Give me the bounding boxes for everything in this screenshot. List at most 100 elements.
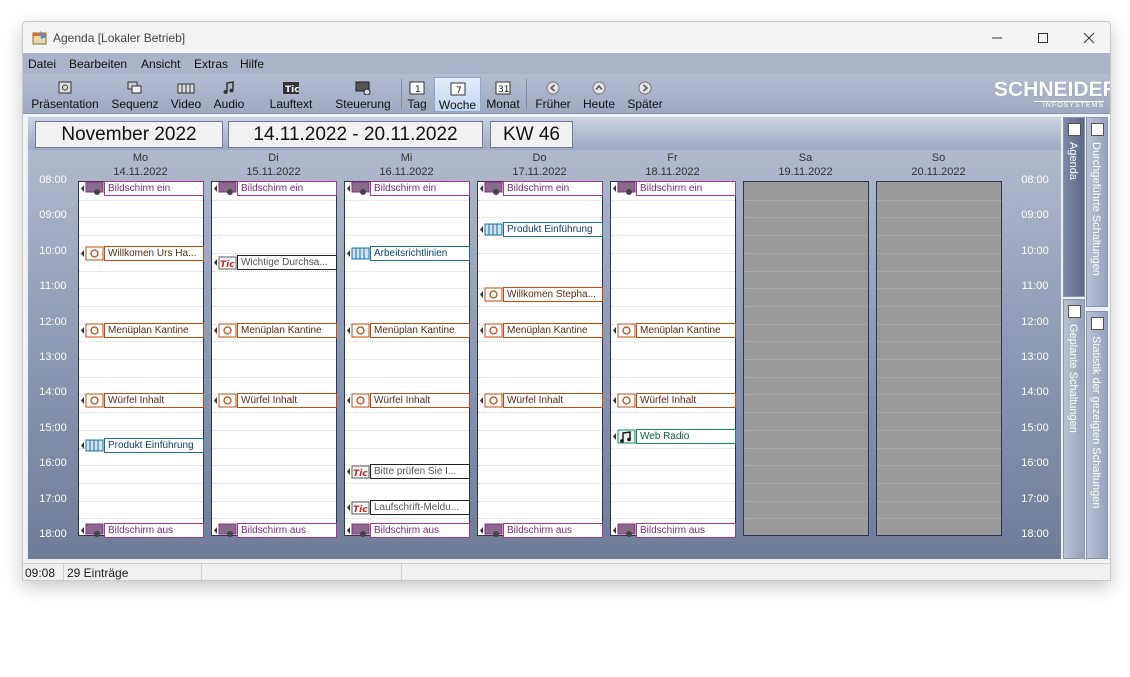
week-view-button[interactable]: 7 Woche — [434, 77, 481, 112]
agenda-event[interactable]: Bildschirm aus — [612, 523, 736, 539]
agenda-event[interactable]: Bildschirm aus — [213, 523, 337, 539]
close-button[interactable] — [1066, 22, 1110, 53]
grid-line — [877, 482, 1001, 484]
event-label: Arbeitsrichtlinien — [370, 245, 470, 261]
day-column[interactable] — [78, 181, 204, 536]
agenda-event[interactable]: Willkomen Urs Ha... — [80, 245, 204, 261]
minimize-button[interactable] — [974, 22, 1020, 53]
agenda-event[interactable]: Produkt Einführung — [80, 437, 204, 453]
grid-line — [212, 288, 336, 290]
day-header: So 20.11.2022 — [876, 151, 1001, 179]
day-column[interactable] — [211, 181, 337, 536]
audio-icon — [223, 81, 234, 94]
grid-line — [212, 341, 336, 343]
event-label: Produkt Einführung — [503, 222, 603, 238]
day-column[interactable] — [344, 181, 470, 536]
agenda-event[interactable]: Bildschirm ein — [80, 181, 204, 196]
event-label: Willkomen Stepha... — [503, 287, 603, 303]
agenda-event[interactable]: Bildschirm aus — [80, 523, 204, 539]
grid-line — [212, 412, 336, 414]
day-header: Mo 14.11.2022 — [78, 151, 203, 179]
grid-line — [611, 500, 735, 502]
agenda-event[interactable]: Menüplan Kantine — [479, 322, 603, 338]
grid-line — [345, 288, 469, 290]
audio-button[interactable]: Audio — [210, 77, 248, 112]
company-logo: SCHNEIDER INFOSYSTEMS — [994, 78, 1111, 110]
grid-line — [744, 447, 868, 449]
day-column[interactable] — [876, 181, 1002, 536]
grid-line — [478, 482, 602, 484]
ticker-button[interactable]: Tic Lauftext — [263, 77, 319, 112]
time-label: 18:00 — [1021, 528, 1049, 540]
video-icon — [81, 439, 104, 452]
day-column[interactable] — [743, 181, 869, 536]
menu-ansicht[interactable]: Ansicht — [141, 57, 180, 71]
day-name: Mi — [400, 152, 413, 164]
earlier-button[interactable]: Früher — [531, 77, 575, 112]
month-view-button[interactable]: 31 Monat — [484, 77, 522, 112]
agenda-event[interactable]: Tic Bitte prüfen Sie I... — [346, 464, 470, 480]
agenda-event[interactable]: Produkt Einführung — [479, 222, 603, 238]
grid-line — [345, 341, 469, 343]
grid-line — [212, 429, 336, 431]
time-label: 09:00 — [39, 209, 67, 222]
event-label: Bildschirm aus — [370, 523, 470, 539]
date-range-label: 14.11.2022 - 20.11.2022 — [228, 121, 483, 148]
tab-agenda[interactable]: Agenda — [1063, 117, 1085, 297]
agenda-event[interactable]: Tic Wichtige Durchsa... — [213, 254, 337, 270]
tab-statistics[interactable]: Statistik der gezeigten Schaltungen — [1086, 311, 1108, 559]
status-divider — [401, 564, 402, 580]
grid-line — [345, 305, 469, 307]
status-entry-count: 29 Einträge — [67, 566, 129, 580]
agenda-event[interactable]: Würfel Inhalt — [479, 393, 603, 409]
menu-bearbeiten[interactable]: Bearbeiten — [69, 57, 127, 71]
agenda-event[interactable]: Willkomen Stepha... — [479, 287, 603, 303]
agenda-event[interactable]: Bildschirm aus — [346, 523, 470, 539]
grid-line — [611, 465, 735, 467]
day-header: Sa 19.11.2022 — [743, 151, 868, 179]
day-header: Di 15.11.2022 — [211, 151, 336, 179]
agenda-event[interactable]: Menüplan Kantine — [213, 322, 337, 338]
today-button[interactable]: Heute — [579, 77, 619, 112]
agenda-event[interactable]: Bildschirm ein — [213, 181, 337, 196]
menu-hilfe[interactable]: Hilfe — [240, 57, 264, 71]
sequence-button[interactable]: Sequenz — [108, 77, 162, 112]
agenda-event[interactable]: Web Radio — [612, 428, 736, 444]
agenda-event[interactable]: Tic Laufschrift-Meldu... — [346, 499, 470, 515]
video-button[interactable]: Video — [168, 77, 204, 112]
presentation-icon — [480, 287, 503, 302]
agenda-event[interactable]: Menüplan Kantine — [612, 322, 736, 338]
grid-line — [478, 199, 602, 201]
agenda-event[interactable]: Würfel Inhalt — [346, 393, 470, 409]
ticker-icon: Tic — [347, 501, 370, 515]
menu-bar: Datei Bearbeiten Ansicht Extras Hilfe — [23, 53, 1110, 74]
maximize-button[interactable] — [1020, 22, 1066, 53]
grid-line — [478, 376, 602, 378]
grid-line — [877, 323, 1001, 325]
day-column[interactable] — [610, 181, 736, 536]
agenda-event[interactable]: Menüplan Kantine — [346, 322, 470, 338]
event-label: Bildschirm aus — [104, 523, 204, 539]
day-view-button[interactable]: 1 Tag — [404, 77, 430, 112]
agenda-event[interactable]: Bildschirm ein — [346, 181, 470, 196]
agenda-event[interactable]: Arbeitsrichtlinien — [346, 245, 470, 261]
grid-line — [478, 217, 602, 219]
agenda-event[interactable]: Würfel Inhalt — [213, 393, 337, 409]
menu-extras[interactable]: Extras — [194, 57, 228, 71]
control-icon — [81, 181, 104, 195]
grid-line — [79, 518, 203, 520]
presentation-icon — [347, 393, 370, 408]
agenda-event[interactable]: Bildschirm ein — [612, 181, 736, 196]
agenda-event[interactable]: Bildschirm aus — [479, 523, 603, 539]
agenda-event[interactable]: Bildschirm ein — [479, 181, 603, 196]
tab-completed-switches[interactable]: Durchgeführte Schaltungen — [1086, 117, 1108, 307]
agenda-event[interactable]: Würfel Inhalt — [612, 393, 736, 409]
presentation-button[interactable]: Präsentation — [27, 77, 103, 112]
tab-planned-switches[interactable]: Geplante Schaltungen — [1063, 299, 1085, 559]
agenda-event[interactable]: Würfel Inhalt — [80, 393, 204, 409]
control-button[interactable]: Steuerung — [329, 77, 397, 112]
day-header: Fr 18.11.2022 — [610, 151, 735, 179]
menu-datei[interactable]: Datei — [28, 57, 56, 71]
later-button[interactable]: Später — [624, 77, 666, 112]
agenda-event[interactable]: Menüplan Kantine — [80, 322, 204, 338]
